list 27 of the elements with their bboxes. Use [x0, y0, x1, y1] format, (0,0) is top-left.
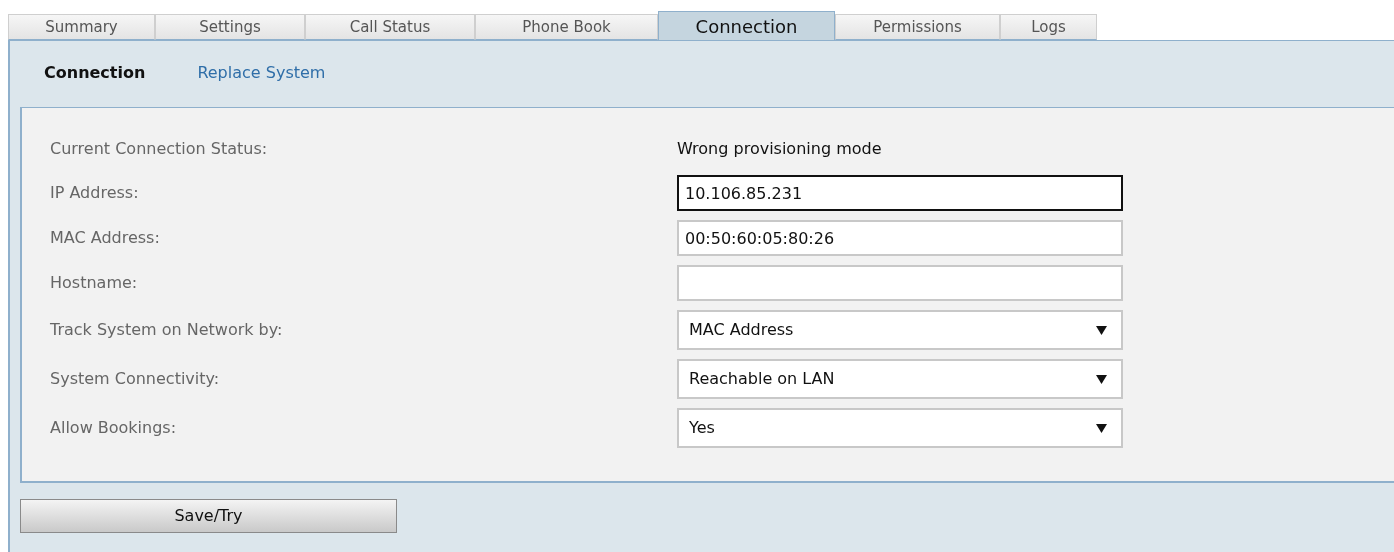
- save-button[interactable]: Save/Try: [20, 499, 397, 533]
- tab[interactable]: Permissions: [835, 14, 1000, 40]
- tab[interactable]: Phone Book: [475, 14, 658, 40]
- text-field[interactable]: [677, 265, 1123, 301]
- caret-icon: [1096, 373, 1107, 385]
- tab[interactable]: Call Status: [305, 14, 475, 40]
- sub-tab[interactable]: Connection: [44, 61, 146, 85]
- field-label: Current Connection Status:: [50, 138, 269, 160]
- sub-tab[interactable]: Replace System: [197, 61, 326, 85]
- field-label: Allow Bookings:: [50, 417, 178, 439]
- text-field[interactable]: 00:50:60:05:80:26: [677, 220, 1123, 256]
- tab[interactable]: Logs: [1000, 14, 1097, 40]
- caret-icon: [1096, 324, 1107, 336]
- status-text: Wrong provisioning mode: [677, 138, 882, 160]
- field-label: Hostname:: [50, 272, 139, 294]
- field-label: System Connectivity:: [50, 368, 221, 390]
- dropdown[interactable]: Reachable on LAN: [677, 359, 1123, 399]
- field-label: Track System on Network by:: [50, 319, 284, 341]
- dropdown[interactable]: MAC Address: [677, 310, 1123, 350]
- field-label: IP Address:: [50, 182, 140, 204]
- text-field[interactable]: 10.106.85.231: [677, 175, 1123, 211]
- field-label: MAC Address:: [50, 227, 161, 249]
- tab[interactable]: Connection: [658, 11, 835, 40]
- dropdown[interactable]: Yes: [677, 408, 1123, 448]
- tab[interactable]: Summary: [8, 14, 155, 40]
- tab[interactable]: Settings: [155, 14, 305, 40]
- caret-icon: [1096, 422, 1107, 434]
